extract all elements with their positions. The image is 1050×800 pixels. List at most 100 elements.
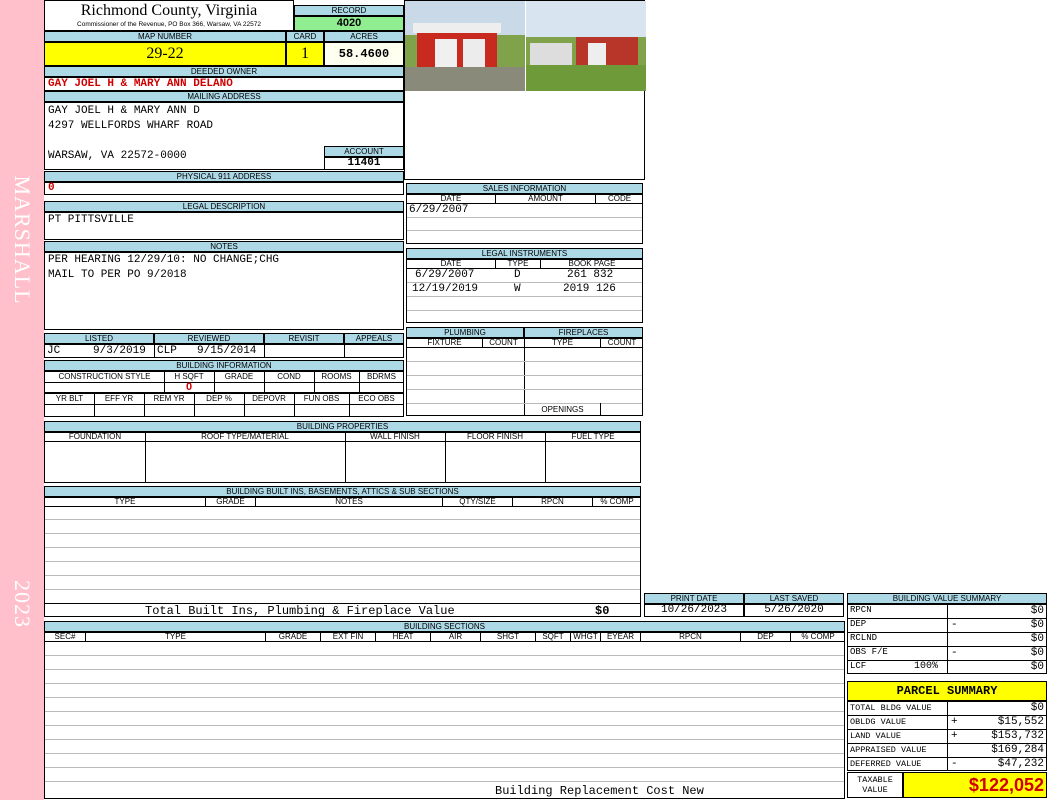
sales-col-amount: AMOUNT	[495, 193, 595, 204]
notes-box: PER HEARING 12/29/10: NO CHANGE;CHG MAIL…	[44, 252, 404, 330]
record-value: 4020	[294, 16, 404, 31]
fireplace-col-type: TYPE	[552, 338, 573, 347]
sec-col-eyear: EYEAR	[600, 631, 640, 642]
prop-col-fuel: FUEL TYPE	[571, 432, 615, 441]
sec-col-whgt: WHGT	[570, 631, 600, 642]
bvs-rclnd-value: $0	[1030, 633, 1044, 645]
sec-col-dep: DEP	[740, 631, 790, 642]
reviewed-date: 9/15/2014	[197, 345, 257, 357]
legal-description-header: LEGAL DESCRIPTION	[44, 201, 404, 212]
parcel-appraised-value: $169,284	[991, 744, 1044, 756]
instr-date-1: 6/29/2007	[415, 269, 475, 281]
bvs-rpcn-label: RPCN	[850, 605, 872, 615]
parcel-summary-table: TOTAL BLDG VALUE $0 OBLDG VALUE + $15,55…	[847, 701, 1047, 771]
property-photo-1	[405, 1, 525, 91]
fireplace-openings: OPENINGS	[541, 405, 584, 414]
bvs-lcf-value: $0	[1030, 661, 1044, 673]
notes-line-1: PER HEARING 12/29/10: NO CHANGE;CHG	[48, 254, 280, 266]
year-label: 2023	[10, 580, 35, 628]
parcel-land-value: $153,732	[991, 730, 1044, 742]
instr-col-book: BOOK PAGE	[540, 258, 643, 269]
parcel-obldg-label: OBLDG VALUE	[850, 717, 907, 727]
builtin-col-grade: GRADE	[205, 496, 255, 507]
notes-header: NOTES	[44, 241, 404, 252]
mailing-address-header: MAILING ADDRESS	[44, 91, 404, 102]
col-dep-pct: DEP %	[206, 394, 232, 403]
card-value: 1	[286, 42, 324, 66]
bvs-dep-value: $0	[1030, 619, 1044, 631]
taxable-value: $122,052	[903, 772, 1047, 798]
sec-col-extfin: EXT FIN	[320, 631, 375, 642]
listed-row: JC 9/3/2019 CLP 9/15/2014	[44, 344, 404, 358]
sales-col-code: CODE	[595, 193, 643, 204]
account-header: ACCOUNT	[324, 146, 404, 157]
photo-frame	[404, 0, 646, 180]
plumbing-col-count: COUNT	[482, 337, 524, 348]
legal-description-value: PT PITTSVILLE	[44, 212, 404, 240]
built-ins-total-value: $0	[595, 604, 610, 618]
sales-table: DATE AMOUNT CODE 6/29/2007	[406, 193, 643, 244]
bvs-rclnd-label: RCLND	[850, 633, 878, 643]
listed-date: 9/3/2019	[93, 345, 146, 357]
instr-book-1: 261 832	[567, 269, 614, 281]
acres-value: 58.4600	[324, 42, 404, 66]
built-ins-table: TYPE GRADE NOTES QTY/SIZE RPCN % COMP To…	[44, 496, 641, 618]
acres-header: ACRES	[324, 31, 404, 42]
appeals-header: APPEALS	[344, 333, 404, 344]
bvs-table: RPCN $0 DEP - $0 RCLND $0 OBS F/E - $0 L…	[847, 604, 1047, 674]
parcel-land-sign: +	[951, 730, 958, 742]
bvs-lcf-label: LCF	[850, 661, 867, 671]
sec-col-type: TYPE	[85, 631, 265, 642]
col-rooms: ROOMS	[321, 372, 352, 381]
parcel-land-label: LAND VALUE	[850, 731, 902, 741]
col-construction-style: CONSTRUCTION STYLE	[58, 372, 151, 381]
builtin-col-comp: % COMP	[592, 496, 641, 507]
sales-date-1: 6/29/2007	[409, 204, 469, 216]
bvs-obs-sign: -	[951, 647, 958, 659]
building-sections-table: SEC# TYPE GRADE EXT FIN HEAT AIR SHGT SQ…	[44, 631, 845, 799]
parcel-appraised-label: APPRAISED VALUE	[850, 745, 927, 755]
sec-col-grade: GRADE	[265, 631, 320, 642]
parcel-deferred-value: $47,232	[997, 758, 1044, 770]
bvs-obs-label: OBS F/E	[850, 647, 888, 657]
deeded-owner-header: DEEDED OWNER	[44, 66, 404, 77]
instr-col-type: TYPE	[495, 258, 540, 269]
col-eco-obs: ECO OBS	[358, 394, 395, 403]
mailing-line-2: 4297 WELLFORDS WHARF ROAD	[48, 120, 214, 132]
legal-instruments-table: DATE TYPE BOOK PAGE 6/29/2007 D 261 832 …	[406, 258, 643, 323]
bvs-dep-sign: -	[951, 619, 958, 631]
map-number-header: MAP NUMBER	[44, 31, 286, 42]
builtin-col-notes: NOTES	[255, 496, 442, 507]
builtin-col-rpcn: RPCN	[512, 496, 592, 507]
parcel-deferred-label: DEFERRED VALUE	[850, 759, 922, 769]
last-saved-value: 5/26/2020	[744, 604, 844, 617]
listed-by: JC	[47, 345, 61, 357]
instr-book-2: 2019 126	[563, 283, 616, 295]
instr-type-2: W	[514, 283, 521, 295]
parcel-obldg-sign: +	[951, 716, 958, 728]
col-rem-yr: REM YR	[153, 394, 185, 403]
print-date-header: PRINT DATE	[644, 593, 744, 604]
bvs-header: BUILDING VALUE SUMMARY	[847, 593, 1047, 604]
col-eff-yr: EFF YR	[104, 394, 134, 403]
prop-col-roof: ROOF TYPE/MATERIAL	[201, 432, 289, 441]
sec-col-num: SEC#	[54, 632, 76, 641]
parcel-deferred-sign: -	[951, 758, 958, 770]
building-info-row1: CONSTRUCTION STYLE H SQFT GRADE COND ROO…	[44, 371, 404, 393]
plumbing-col-fixture: FIXTURE	[427, 338, 462, 347]
bvs-rpcn-value: $0	[1030, 605, 1044, 617]
print-date-value: 10/26/2023	[644, 604, 744, 617]
building-info-row2: YR BLT EFF YR REM YR DEP % DEPOVR FUN OB…	[44, 393, 404, 417]
building-info-header: BUILDING INFORMATION	[44, 360, 404, 371]
mailing-line-1: GAY JOEL H & MARY ANN D	[48, 105, 200, 117]
card-header: CARD	[286, 31, 324, 42]
col-cond: COND	[277, 372, 301, 381]
prop-col-foundation: FOUNDATION	[68, 432, 122, 441]
sec-col-air: AIR	[430, 631, 480, 642]
fireplace-col-count: COUNT	[600, 337, 643, 348]
instr-type-1: D	[514, 269, 521, 281]
bvs-obs-value: $0	[1030, 647, 1044, 659]
physical-address-value: 0	[44, 182, 404, 195]
record-header: RECORD	[294, 5, 404, 16]
sec-col-heat: HEAT	[375, 631, 430, 642]
